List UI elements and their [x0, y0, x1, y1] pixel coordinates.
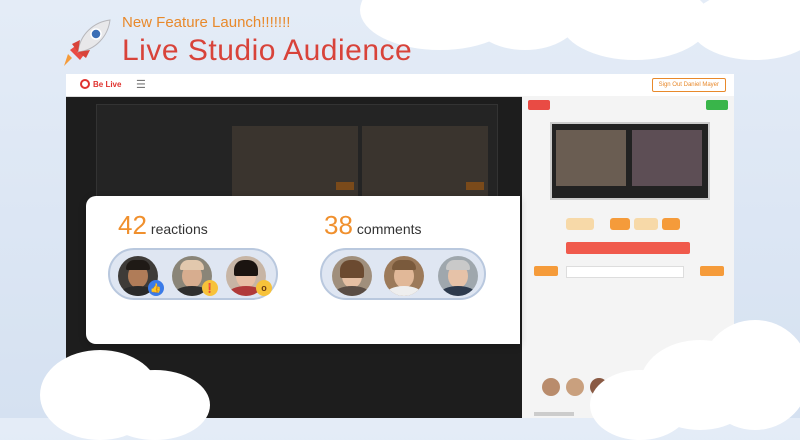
- preview-green-button[interactable]: [706, 100, 728, 110]
- dimmed-video-tile: [232, 126, 358, 196]
- app-logo[interactable]: Be Live: [80, 79, 121, 89]
- preview-video: [550, 122, 710, 200]
- preview-small-button[interactable]: [700, 266, 724, 276]
- avatar-hair: [392, 260, 416, 270]
- preview-comment-line: [534, 412, 574, 416]
- comments-count: 38: [324, 210, 353, 240]
- preview-control[interactable]: [566, 218, 594, 230]
- app-logo-text: Be Live: [93, 79, 122, 89]
- comments-stat: 38 comments: [324, 210, 422, 241]
- preview-red-button[interactable]: [528, 100, 550, 110]
- logo-mark-icon: [80, 79, 90, 89]
- avatar-shirt: [334, 286, 370, 296]
- dimmed-badge: [466, 182, 484, 190]
- dimmed-badge: [336, 182, 354, 190]
- promo-kicker: New Feature Launch!!!!!!!: [122, 14, 291, 31]
- cloud-decoration: [590, 370, 690, 440]
- laughing-reaction-icon: ❗: [202, 280, 218, 296]
- avatar-hair: [234, 260, 258, 276]
- preview-video-guest-1: [556, 130, 626, 186]
- preview-comment-input[interactable]: [566, 266, 684, 278]
- commenter-avatar[interactable]: [332, 256, 372, 296]
- avatar-hair: [126, 260, 150, 270]
- preview-small-button[interactable]: [534, 266, 558, 276]
- preview-video-guest-2: [632, 130, 702, 186]
- rocket-icon: [60, 14, 116, 70]
- avatar-hair: [340, 260, 364, 278]
- reactions-avatars-pill[interactable]: 👍 ❗ o: [108, 248, 278, 300]
- avatar-hair: [180, 260, 204, 270]
- preview-control[interactable]: [610, 218, 630, 230]
- dimmed-video-tile: [362, 126, 488, 196]
- cloud-decoration: [560, 0, 710, 60]
- reactions-count: 42: [118, 210, 147, 240]
- reactions-stat: 42 reactions: [118, 210, 208, 241]
- avatar-shirt: [440, 286, 476, 296]
- preview-control[interactable]: [634, 218, 658, 230]
- commenter-avatar[interactable]: [438, 256, 478, 296]
- commenter-avatar[interactable]: [384, 256, 424, 296]
- app-header: Be Live ☰ Sign Out Daniel Mayer: [66, 74, 734, 97]
- promo-headline: Live Studio Audience: [122, 34, 413, 67]
- preview-action-bar[interactable]: [566, 242, 690, 254]
- avatar-shirt: [386, 286, 422, 296]
- preview-avatar: [566, 378, 584, 396]
- cloud-decoration: [100, 370, 210, 440]
- preview-avatar: [542, 378, 560, 396]
- reactions-label: reactions: [150, 221, 208, 237]
- hamburger-menu-icon[interactable]: ☰: [136, 78, 146, 91]
- cloud-decoration: [690, 0, 800, 60]
- wow-reaction-icon: o: [256, 280, 272, 296]
- comments-label: comments: [356, 221, 422, 237]
- comments-avatars-pill[interactable]: [320, 248, 486, 300]
- preview-control[interactable]: [662, 218, 680, 230]
- signout-button[interactable]: Sign Out Daniel Mayer: [651, 78, 726, 92]
- audience-stats-card: 42 reactions 38 comments 👍 ❗ o: [86, 196, 520, 344]
- cloud-decoration: [700, 320, 800, 430]
- avatar-hair: [446, 260, 470, 270]
- thumbs-up-reaction-icon: 👍: [148, 280, 164, 296]
